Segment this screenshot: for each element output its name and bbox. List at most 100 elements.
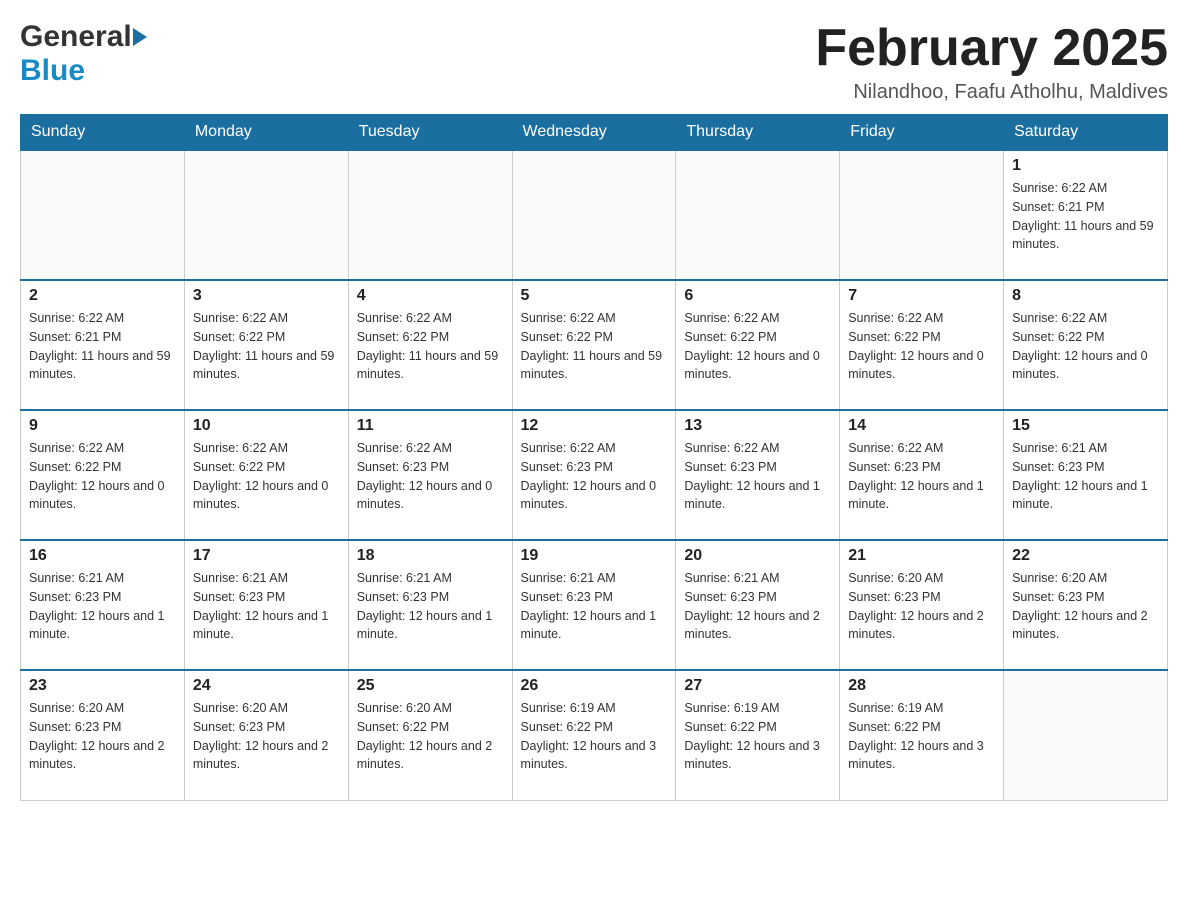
table-row: 14 Sunrise: 6:22 AMSunset: 6:23 PMDayligh… <box>840 410 1004 540</box>
location-label: Nilandhoo, Faafu Atholhu, Maldives <box>815 81 1168 104</box>
day-info: Sunrise: 6:22 AMSunset: 6:23 PMDaylight:… <box>848 439 995 514</box>
day-number: 14 <box>848 417 995 435</box>
table-row: 15 Sunrise: 6:21 AMSunset: 6:23 PMDayligh… <box>1004 410 1168 540</box>
day-number: 3 <box>193 287 340 305</box>
table-row: 20Sunrise: 6:21 AMSunset: 6:23 PMDayligh… <box>676 540 840 670</box>
col-thursday: Thursday <box>676 115 840 151</box>
table-row <box>512 150 676 280</box>
day-number: 23 <box>29 677 176 695</box>
table-row: 17Sunrise: 6:21 AMSunset: 6:23 PMDayligh… <box>184 540 348 670</box>
day-number: 8 <box>1012 287 1159 305</box>
col-friday: Friday <box>840 115 1004 151</box>
col-saturday: Saturday <box>1004 115 1168 151</box>
col-monday: Monday <box>184 115 348 151</box>
table-row <box>348 150 512 280</box>
table-row <box>840 150 1004 280</box>
day-number: 27 <box>684 677 831 695</box>
logo-triangle-icon <box>133 28 147 46</box>
col-tuesday: Tuesday <box>348 115 512 151</box>
col-wednesday: Wednesday <box>512 115 676 151</box>
logo-blue-text: Blue <box>20 54 85 88</box>
day-info: Sunrise: 6:22 AMSunset: 6:22 PMDaylight:… <box>1012 309 1159 384</box>
day-number: 19 <box>521 547 668 565</box>
day-number: 15 <box>1012 417 1159 435</box>
day-number: 6 <box>684 287 831 305</box>
day-number: 7 <box>848 287 995 305</box>
day-info: Sunrise: 6:21 AMSunset: 6:23 PMDaylight:… <box>357 569 504 644</box>
day-info: Sunrise: 6:22 AMSunset: 6:22 PMDaylight:… <box>357 309 504 384</box>
logo-general-text: General <box>20 20 132 54</box>
title-area: February 2025 Nilandhoo, Faafu Atholhu, … <box>815 20 1168 104</box>
table-row: 23 Sunrise: 6:20 AMSunset: 6:23 PMDayligh… <box>21 670 185 800</box>
day-number: 4 <box>357 287 504 305</box>
table-row: 3 Sunrise: 6:22 AMSunset: 6:22 PMDaylight… <box>184 280 348 410</box>
day-number: 11 <box>357 417 504 435</box>
day-number: 9 <box>29 417 176 435</box>
day-number: 22 <box>1012 547 1159 565</box>
day-info: Sunrise: 6:22 AMSunset: 6:22 PMDaylight:… <box>848 309 995 384</box>
month-title: February 2025 <box>815 20 1168 77</box>
day-info: Sunrise: 6:22 AMSunset: 6:23 PMDaylight:… <box>357 439 504 514</box>
day-number: 28 <box>848 677 995 695</box>
logo: General Blue <box>20 20 148 88</box>
table-row: 6 Sunrise: 6:22 AMSunset: 6:22 PMDaylight… <box>676 280 840 410</box>
calendar-table: Sunday Monday Tuesday Wednesday Thursday… <box>20 114 1168 801</box>
day-info: Sunrise: 6:19 AMSunset: 6:22 PMDaylight:… <box>684 699 831 774</box>
day-number: 18 <box>357 547 504 565</box>
day-info: Sunrise: 6:22 AMSunset: 6:23 PMDaylight:… <box>521 439 668 514</box>
table-row: 10 Sunrise: 6:22 AMSunset: 6:22 PMDayligh… <box>184 410 348 540</box>
day-number: 2 <box>29 287 176 305</box>
table-row: 1Sunrise: 6:22 AMSunset: 6:21 PMDaylight… <box>1004 150 1168 280</box>
day-number: 10 <box>193 417 340 435</box>
table-row: 4 Sunrise: 6:22 AMSunset: 6:22 PMDaylight… <box>348 280 512 410</box>
table-row: 12 Sunrise: 6:22 AMSunset: 6:23 PMDayligh… <box>512 410 676 540</box>
day-info: Sunrise: 6:22 AMSunset: 6:22 PMDaylight:… <box>193 309 340 384</box>
day-info: Sunrise: 6:20 AMSunset: 6:22 PMDaylight:… <box>357 699 504 774</box>
day-info: Sunrise: 6:22 AMSunset: 6:23 PMDaylight:… <box>684 439 831 514</box>
day-info: Sunrise: 6:21 AMSunset: 6:23 PMDaylight:… <box>1012 439 1159 514</box>
table-row: 11 Sunrise: 6:22 AMSunset: 6:23 PMDayligh… <box>348 410 512 540</box>
table-row: 16Sunrise: 6:21 AMSunset: 6:23 PMDayligh… <box>21 540 185 670</box>
calendar-week-row: 2Sunrise: 6:22 AMSunset: 6:21 PMDaylight… <box>21 280 1168 410</box>
table-row: 19Sunrise: 6:21 AMSunset: 6:23 PMDayligh… <box>512 540 676 670</box>
day-number: 17 <box>193 547 340 565</box>
page-header: General Blue February 2025 Nilandhoo, Fa… <box>20 20 1168 104</box>
table-row: 21 Sunrise: 6:20 AMSunset: 6:23 PMDayligh… <box>840 540 1004 670</box>
calendar-week-row: 1Sunrise: 6:22 AMSunset: 6:21 PMDaylight… <box>21 150 1168 280</box>
day-info: Sunrise: 6:19 AMSunset: 6:22 PMDaylight:… <box>848 699 995 774</box>
day-number: 26 <box>521 677 668 695</box>
table-row: 24 Sunrise: 6:20 AMSunset: 6:23 PMDayligh… <box>184 670 348 800</box>
table-row: 18 Sunrise: 6:21 AMSunset: 6:23 PMDayligh… <box>348 540 512 670</box>
table-row: 2Sunrise: 6:22 AMSunset: 6:21 PMDaylight… <box>21 280 185 410</box>
table-row <box>676 150 840 280</box>
day-number: 24 <box>193 677 340 695</box>
day-info: Sunrise: 6:22 AMSunset: 6:22 PMDaylight:… <box>521 309 668 384</box>
day-info: Sunrise: 6:22 AMSunset: 6:21 PMDaylight:… <box>1012 179 1159 254</box>
day-info: Sunrise: 6:19 AMSunset: 6:22 PMDaylight:… <box>521 699 668 774</box>
day-info: Sunrise: 6:22 AMSunset: 6:22 PMDaylight:… <box>29 439 176 514</box>
calendar-week-row: 23 Sunrise: 6:20 AMSunset: 6:23 PMDayligh… <box>21 670 1168 800</box>
table-row: 25Sunrise: 6:20 AMSunset: 6:22 PMDayligh… <box>348 670 512 800</box>
day-number: 16 <box>29 547 176 565</box>
col-sunday: Sunday <box>21 115 185 151</box>
day-info: Sunrise: 6:20 AMSunset: 6:23 PMDaylight:… <box>193 699 340 774</box>
table-row: 9 Sunrise: 6:22 AMSunset: 6:22 PMDaylight… <box>21 410 185 540</box>
day-number: 13 <box>684 417 831 435</box>
day-number: 12 <box>521 417 668 435</box>
table-row: 27 Sunrise: 6:19 AMSunset: 6:22 PMDayligh… <box>676 670 840 800</box>
table-row <box>21 150 185 280</box>
table-row: 26 Sunrise: 6:19 AMSunset: 6:22 PMDayligh… <box>512 670 676 800</box>
day-number: 20 <box>684 547 831 565</box>
day-info: Sunrise: 6:20 AMSunset: 6:23 PMDaylight:… <box>1012 569 1159 644</box>
day-info: Sunrise: 6:20 AMSunset: 6:23 PMDaylight:… <box>29 699 176 774</box>
day-info: Sunrise: 6:22 AMSunset: 6:22 PMDaylight:… <box>193 439 340 514</box>
day-info: Sunrise: 6:20 AMSunset: 6:23 PMDaylight:… <box>848 569 995 644</box>
table-row: 8 Sunrise: 6:22 AMSunset: 6:22 PMDaylight… <box>1004 280 1168 410</box>
table-row: 5Sunrise: 6:22 AMSunset: 6:22 PMDaylight… <box>512 280 676 410</box>
table-row <box>1004 670 1168 800</box>
calendar-header-row: Sunday Monday Tuesday Wednesday Thursday… <box>21 115 1168 151</box>
day-number: 21 <box>848 547 995 565</box>
table-row: 22 Sunrise: 6:20 AMSunset: 6:23 PMDayligh… <box>1004 540 1168 670</box>
calendar-week-row: 16 Sunrise: 6:21 AMSunset: 6:23 PMDayligh… <box>21 540 1168 670</box>
day-info: Sunrise: 6:22 AMSunset: 6:22 PMDaylight:… <box>684 309 831 384</box>
